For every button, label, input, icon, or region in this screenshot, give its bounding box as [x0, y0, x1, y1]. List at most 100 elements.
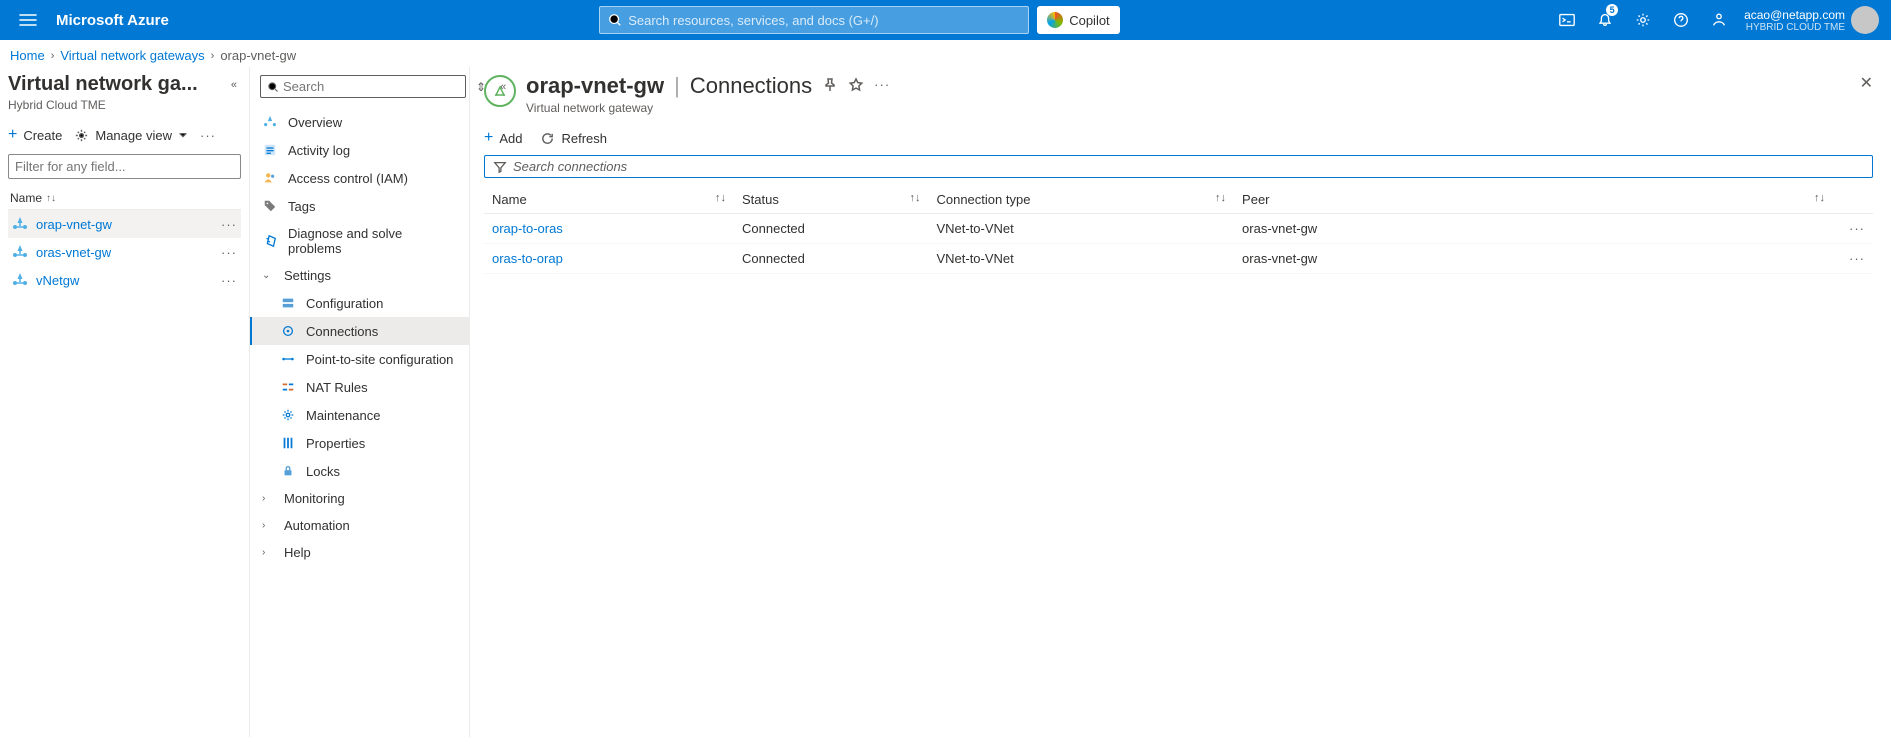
search-connections-input[interactable] [513, 159, 1864, 174]
menu-item-activity-log[interactable]: Activity log [250, 136, 469, 164]
col-peer[interactable]: Peer↑↓ [1234, 186, 1833, 214]
search-connections[interactable] [484, 155, 1873, 178]
filter-input[interactable] [8, 154, 241, 179]
menu-item-icon [262, 142, 278, 158]
menu-search-input[interactable] [283, 79, 459, 94]
connection-status: Connected [734, 214, 928, 244]
create-button[interactable]: +Create [8, 126, 62, 144]
global-search[interactable] [599, 6, 1029, 34]
list-item[interactable]: oras-vnet-gw ··· [8, 238, 241, 266]
filter-icon [493, 160, 507, 174]
feedback-icon[interactable] [1702, 0, 1736, 40]
menu-item-diagnose-and-solve-problems[interactable]: Diagnose and solve problems [250, 220, 469, 262]
menu-item-point-to-site-configuration[interactable]: Point-to-site configuration [250, 345, 469, 373]
more-button[interactable]: ··· [221, 273, 237, 288]
copilot-button[interactable]: Copilot [1037, 6, 1119, 34]
resource-menu: ⇕ « OverviewActivity logAccess control (… [250, 67, 470, 737]
resource-title: orap-vnet-gw [526, 73, 664, 99]
search-icon [267, 81, 279, 93]
resource-link[interactable]: orap-vnet-gw [36, 217, 112, 232]
resource-type-icon [484, 75, 516, 107]
favorite-icon[interactable] [848, 77, 864, 96]
search-icon [608, 13, 622, 27]
collapse-panel-button[interactable]: « [227, 75, 241, 95]
breadcrumb-current: orap-vnet-gw [220, 48, 296, 63]
panel-title: Virtual network ga... [8, 73, 198, 96]
resource-link[interactable]: vNetgw [36, 273, 79, 288]
help-icon[interactable] [1664, 0, 1698, 40]
more-button[interactable]: ··· [221, 245, 237, 260]
settings-icon[interactable] [1626, 0, 1660, 40]
connection-name[interactable]: oras-to-orap [484, 244, 734, 274]
col-status[interactable]: Status↑↓ [734, 186, 928, 214]
hamburger-icon[interactable] [18, 10, 38, 30]
sort-icon: ↑↓ [909, 192, 920, 204]
menu-item-maintenance[interactable]: Maintenance [250, 401, 469, 429]
resource-link[interactable]: oras-vnet-gw [36, 245, 111, 260]
list-panel: Virtual network ga... « Hybrid Cloud TME… [0, 67, 250, 737]
menu-group-monitoring[interactable]: ›Monitoring [250, 485, 469, 512]
global-search-input[interactable] [628, 13, 1020, 28]
menu-item-locks[interactable]: Locks [250, 457, 469, 485]
refresh-button[interactable]: Refresh [540, 131, 607, 146]
cloud-shell-icon[interactable] [1550, 0, 1584, 40]
menu-item-icon [262, 114, 278, 130]
gear-icon [74, 128, 89, 143]
connection-type: VNet-to-VNet [928, 214, 1234, 244]
portal-header: Microsoft Azure Copilot 5 acao@netapp.co… [0, 0, 1891, 40]
connection-peer: oras-vnet-gw [1234, 244, 1833, 274]
menu-item-overview[interactable]: Overview [250, 108, 469, 136]
connection-type: VNet-to-VNet [928, 244, 1234, 274]
sort-icon: ↑↓ [1814, 192, 1825, 204]
menu-item-icon [280, 463, 296, 479]
chevron-right-icon: › [51, 50, 55, 62]
breadcrumb-home[interactable]: Home [10, 48, 45, 63]
menu-item-icon [280, 435, 296, 451]
sort-icon: ↑↓ [715, 192, 726, 204]
sort-asc-icon: ↑↓ [46, 193, 56, 204]
close-button[interactable]: ✕ [1860, 73, 1873, 93]
row-more-button[interactable]: ··· [1833, 244, 1873, 274]
menu-item-icon [280, 379, 296, 395]
list-item[interactable]: vNetgw ··· [8, 266, 241, 294]
menu-item-icon [280, 351, 296, 367]
menu-item-icon [280, 295, 296, 311]
menu-group-help[interactable]: ›Help [250, 539, 469, 566]
menu-item-icon [262, 170, 278, 186]
col-type[interactable]: Connection type↑↓ [928, 186, 1234, 214]
menu-item-configuration[interactable]: Configuration [250, 289, 469, 317]
chevron-down-icon: ⌄ [262, 270, 274, 281]
connection-peer: oras-vnet-gw [1234, 214, 1833, 244]
breadcrumb-category[interactable]: Virtual network gateways [60, 48, 204, 63]
menu-item-properties[interactable]: Properties [250, 429, 469, 457]
user-block[interactable]: acao@netapp.com HYBRID CLOUD TME [1744, 8, 1845, 33]
menu-group-settings[interactable]: ⌄Settings [250, 262, 469, 289]
avatar[interactable] [1851, 6, 1879, 34]
refresh-icon [540, 131, 555, 146]
breadcrumb: Home › Virtual network gateways › orap-v… [0, 40, 1891, 67]
name-column-header[interactable]: Name ↑↓ [8, 187, 241, 210]
list-item[interactable]: orap-vnet-gw ··· [8, 210, 241, 238]
more-button[interactable]: ··· [221, 217, 237, 232]
row-more-button[interactable]: ··· [1833, 214, 1873, 244]
table-row: oras-to-orapConnectedVNet-to-VNetoras-vn… [484, 244, 1873, 274]
more-button[interactable]: ··· [874, 77, 890, 96]
menu-group-automation[interactable]: ›Automation [250, 512, 469, 539]
more-button[interactable]: ··· [200, 128, 216, 143]
col-name[interactable]: Name↑↓ [484, 186, 734, 214]
notifications-icon[interactable]: 5 [1588, 0, 1622, 40]
menu-item-nat-rules[interactable]: NAT Rules [250, 373, 469, 401]
connection-name[interactable]: orap-to-oras [484, 214, 734, 244]
menu-item-icon [262, 198, 278, 214]
chevron-right-icon: › [262, 547, 274, 558]
chevron-right-icon: › [262, 520, 274, 531]
manage-view-button[interactable]: Manage view [74, 128, 188, 143]
menu-item-icon [280, 323, 296, 339]
pin-icon[interactable] [822, 77, 838, 96]
menu-search[interactable] [260, 75, 466, 98]
menu-item-tags[interactable]: Tags [250, 192, 469, 220]
add-button[interactable]: +Add [484, 129, 522, 147]
menu-item-access-control-iam-[interactable]: Access control (IAM) [250, 164, 469, 192]
menu-item-connections[interactable]: Connections [250, 317, 469, 345]
header-icons: 5 [1550, 0, 1736, 40]
